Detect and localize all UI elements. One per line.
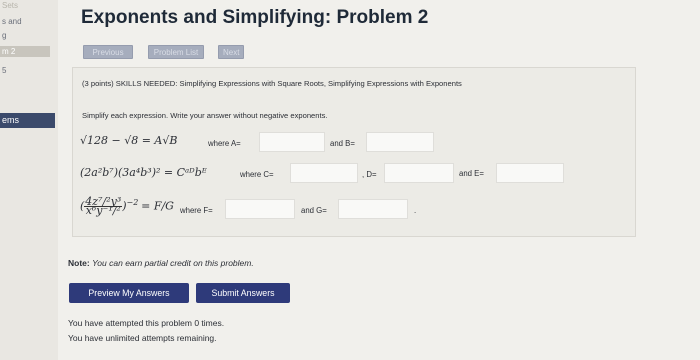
sidebar-item-5[interactable]: 5 — [2, 66, 6, 75]
partial-credit-note: Note: You can earn partial credit on thi… — [68, 258, 254, 268]
submit-answers-button[interactable]: Submit Answers — [196, 283, 290, 303]
label-and-e: and E= — [459, 169, 484, 178]
note-label: Note: — [68, 258, 90, 268]
note-text: You can earn partial credit on this prob… — [92, 258, 254, 268]
problem-instructions: Simplify each expression. Write your ans… — [82, 111, 328, 120]
sidebar-item-g[interactable]: g — [2, 31, 6, 40]
exponent: −2 — [126, 198, 139, 207]
fraction-denominator: x⁶y⁻¹/² — [85, 204, 121, 218]
attempts-text: You have attempted this problem 0 times. — [68, 318, 225, 328]
expression-3-rhs: = F/G — [141, 199, 174, 213]
page-title: Exponents and Simplifying: Problem 2 — [81, 7, 429, 28]
previous-button[interactable]: Previous — [83, 45, 133, 59]
answer-f-input[interactable] — [225, 199, 295, 219]
preview-answers-button[interactable]: Preview My Answers — [69, 283, 189, 303]
problem-header: (3 points) SKILLS NEEDED: Simplifying Ex… — [82, 79, 462, 88]
answer-a-input[interactable] — [259, 132, 325, 152]
answer-g-input[interactable] — [338, 199, 408, 219]
expression-row-1: √128 − √8 = A√B — [80, 134, 177, 147]
answer-d-input[interactable] — [384, 163, 454, 183]
label-and-b: and B= — [330, 139, 355, 148]
answer-c-input[interactable] — [290, 163, 358, 183]
label-and-g: and G= — [301, 206, 327, 215]
sidebar-item-sets-and[interactable]: s and — [2, 17, 22, 26]
expression-row-2: (2a²b⁷)(3a⁴b³)² = Cᵃᴰbᴱ — [80, 166, 207, 179]
answer-b-input[interactable] — [366, 132, 434, 152]
label-where-f: where F= — [180, 206, 213, 215]
problem-list-button[interactable]: Problem List — [148, 45, 204, 59]
label-where-a: where A= — [208, 139, 241, 148]
answer-e-input[interactable] — [496, 163, 564, 183]
expression-row-3: (4z⁷/²y³ x⁶y⁻¹/²)−2 = F/G — [80, 196, 174, 218]
expression-3-fraction: 4z⁷/²y³ x⁶y⁻¹/² — [84, 196, 123, 218]
label-comma-d: , D= — [362, 170, 377, 179]
expression-2: (2a²b⁷)(3a⁴b³)² = Cᵃᴰbᴱ — [80, 166, 207, 179]
trailing-period: . — [414, 206, 417, 215]
sidebar-item-sets[interactable]: Sets — [2, 1, 18, 10]
sidebar-item-problems[interactable]: ems — [0, 113, 55, 128]
remaining-attempts-text: You have unlimited attempts remaining. — [68, 333, 217, 343]
label-where-c: where C= — [240, 170, 274, 179]
sidebar: Sets s and g m 2 5 ems — [0, 0, 58, 360]
next-button[interactable]: Next — [218, 45, 244, 59]
sidebar-item-problem-2[interactable]: m 2 — [0, 46, 50, 57]
expression-1: √128 − √8 = A√B — [80, 134, 178, 147]
